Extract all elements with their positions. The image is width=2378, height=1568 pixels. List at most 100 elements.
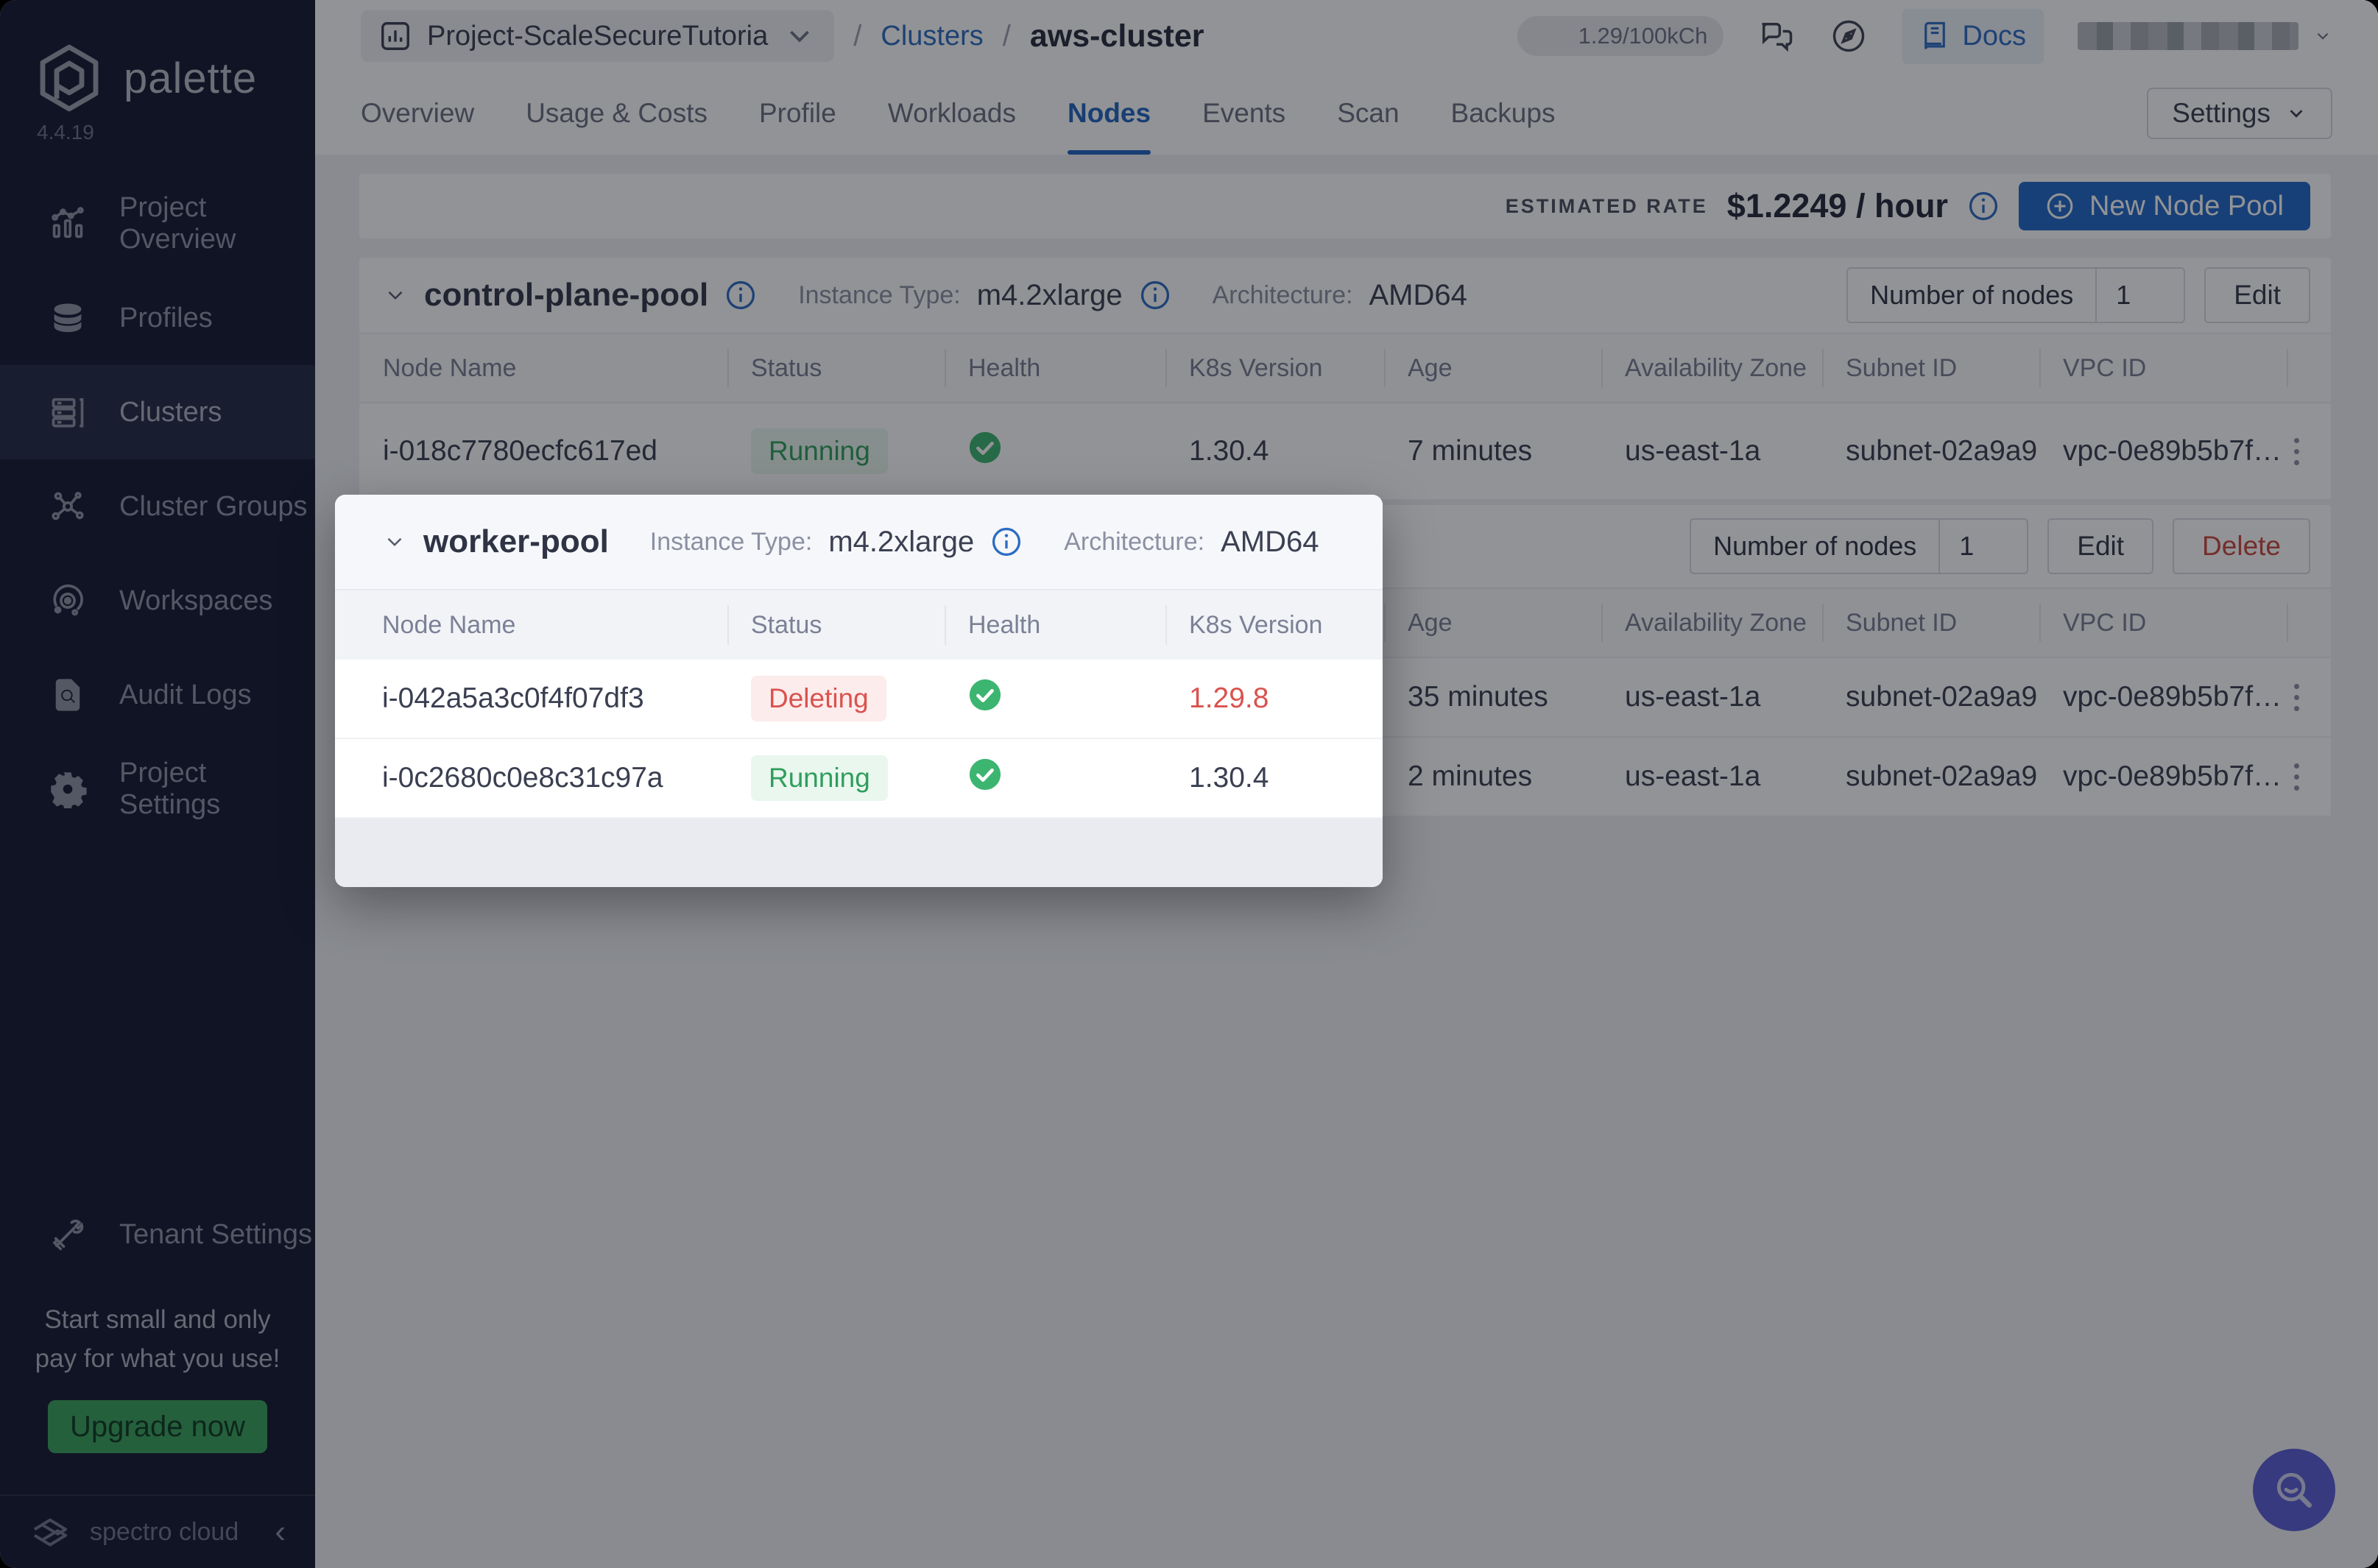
col-age: Age bbox=[1384, 589, 1601, 657]
col-health: Health bbox=[945, 590, 1165, 660]
plus-circle-icon bbox=[2045, 191, 2075, 221]
delete-pool-button[interactable]: Delete bbox=[2173, 518, 2310, 574]
instance-type-label: Instance Type: bbox=[650, 528, 813, 557]
info-icon[interactable] bbox=[724, 279, 757, 311]
worker-pool-spotlight: worker-pool Instance Type: m4.2xlarge Ar… bbox=[335, 495, 1383, 887]
vpc-id: vpc-0e89b5b7f… bbox=[2039, 435, 2287, 467]
node-name: i-018c7780ecfc617ed bbox=[359, 435, 727, 467]
breadcrumb-clusters-link[interactable]: Clusters bbox=[881, 21, 983, 52]
upgrade-promo-text: Start small and only pay for what you us… bbox=[0, 1301, 315, 1378]
estimated-rate-label: ESTIMATED RATE bbox=[1506, 195, 1708, 218]
availability-zone: us-east-1a bbox=[1601, 435, 1822, 467]
docs-button[interactable]: Docs bbox=[1902, 9, 2044, 64]
tab-scan[interactable]: Scan bbox=[1337, 72, 1399, 155]
node-age: 2 minutes bbox=[1384, 760, 1601, 793]
new-node-pool-label: New Node Pool bbox=[2089, 191, 2284, 222]
sidebar-item-label: Profiles bbox=[119, 303, 213, 334]
col-actions bbox=[2287, 334, 2331, 402]
number-of-nodes-input[interactable]: 1 bbox=[2095, 269, 2184, 322]
project-selector[interactable]: Project-ScaleSecureTutoria bbox=[361, 10, 834, 62]
top-right-actions: 1.29/100kCh Docs bbox=[1517, 9, 2332, 64]
info-icon[interactable] bbox=[1967, 190, 2000, 222]
new-node-pool-button[interactable]: New Node Pool bbox=[2019, 182, 2310, 230]
tab-overview[interactable]: Overview bbox=[361, 72, 474, 155]
tab-backups[interactable]: Backups bbox=[1451, 72, 1556, 155]
help-search-fab[interactable] bbox=[2253, 1449, 2335, 1531]
settings-label: Settings bbox=[2172, 98, 2271, 129]
control-plane-pool-section: control-plane-pool Instance Type: m4.2xl… bbox=[359, 258, 2331, 501]
breadcrumb-project: Project-ScaleSecureTutoria bbox=[427, 21, 768, 52]
sidebar-item-tenant-settings[interactable]: Tenant Settings bbox=[0, 1187, 315, 1282]
upgrade-now-button[interactable]: Upgrade now bbox=[48, 1400, 267, 1453]
col-status: Status bbox=[727, 334, 945, 402]
availability-zone: us-east-1a bbox=[1601, 681, 1822, 713]
row-menu-icon[interactable] bbox=[2287, 431, 2307, 473]
sidebar-item-audit-logs[interactable]: Audit Logs bbox=[0, 648, 315, 742]
row-menu-icon[interactable] bbox=[2287, 677, 2307, 718]
node-name: i-0c2680c0e8c31c97a bbox=[335, 762, 727, 794]
estimated-rate-bar: ESTIMATED RATE $1.2249 / hour New Node P… bbox=[359, 174, 2331, 239]
user-name-redacted bbox=[2078, 22, 2298, 50]
tools-icon bbox=[49, 1215, 87, 1254]
explore-button[interactable] bbox=[1830, 17, 1868, 55]
subnet-id: subnet-02a9a9… bbox=[1822, 681, 2039, 713]
status-badge: Running bbox=[751, 755, 888, 801]
sidebar-nav: Project Overview Profiles Clusters Clust… bbox=[0, 177, 315, 836]
edit-pool-button[interactable]: Edit bbox=[2047, 518, 2153, 574]
info-icon[interactable] bbox=[990, 526, 1023, 558]
col-k8s-version: K8s Version bbox=[1165, 590, 1383, 660]
chevron-down-icon bbox=[2313, 27, 2332, 46]
sidebar: palette 4.4.19 Project Overview Profiles… bbox=[0, 0, 315, 1568]
tab-profile[interactable]: Profile bbox=[759, 72, 836, 155]
tab-usage-costs[interactable]: Usage & Costs bbox=[526, 72, 708, 155]
collapse-sidebar-icon[interactable]: ‹ bbox=[275, 1516, 286, 1548]
sidebar-item-label: Project Overview bbox=[119, 192, 315, 255]
table-row: i-042a5a3c0f4f07df3 Deleting 1.29.8 bbox=[335, 660, 1383, 739]
info-icon[interactable] bbox=[1139, 279, 1171, 311]
availability-zone: us-east-1a bbox=[1601, 760, 1822, 793]
architecture-label: Architecture: bbox=[1064, 528, 1204, 557]
book-icon bbox=[1919, 21, 1950, 52]
number-of-nodes-control: Number of nodes 1 bbox=[1690, 518, 2028, 574]
sidebar-item-workspaces[interactable]: Workspaces bbox=[0, 554, 315, 648]
edit-pool-button[interactable]: Edit bbox=[2204, 267, 2310, 323]
table-row: i-018c7780ecfc617ed Running 1.30.4 7 min… bbox=[359, 403, 2331, 501]
compass-icon bbox=[1830, 17, 1868, 55]
credits-badge[interactable]: 1.29/100kCh bbox=[1517, 16, 1723, 56]
server-icon bbox=[49, 393, 87, 431]
sidebar-item-profiles[interactable]: Profiles bbox=[0, 271, 315, 365]
col-availability-zone: Availability Zone bbox=[1601, 334, 1822, 402]
vpc-id: vpc-0e89b5b7f… bbox=[2039, 760, 2287, 793]
sidebar-item-project-settings[interactable]: Project Settings bbox=[0, 742, 315, 836]
tab-workloads[interactable]: Workloads bbox=[888, 72, 1016, 155]
chat-icon bbox=[1757, 17, 1796, 55]
col-subnet-id: Subnet ID bbox=[1822, 589, 2039, 657]
tab-events[interactable]: Events bbox=[1202, 72, 1285, 155]
k8s-version: 1.30.4 bbox=[1165, 435, 1384, 467]
sidebar-item-project-overview[interactable]: Project Overview bbox=[0, 177, 315, 271]
app-window: palette 4.4.19 Project Overview Profiles… bbox=[0, 0, 2378, 1568]
sidebar-item-cluster-groups[interactable]: Cluster Groups bbox=[0, 459, 315, 554]
tab-nodes[interactable]: Nodes bbox=[1068, 72, 1151, 155]
collapse-pool-icon[interactable] bbox=[383, 283, 408, 308]
status-badge: Running bbox=[751, 428, 888, 474]
architecture-value: AMD64 bbox=[1221, 526, 1319, 559]
network-icon bbox=[49, 487, 87, 526]
pool-actions: Number of nodes 1 Edit Delete bbox=[1690, 518, 2310, 574]
col-health: Health bbox=[945, 334, 1165, 402]
pool-name: worker-pool bbox=[423, 523, 609, 560]
collapse-pool-icon[interactable] bbox=[382, 529, 407, 554]
chat-button[interactable] bbox=[1757, 17, 1796, 55]
number-of-nodes-input[interactable]: 1 bbox=[1938, 520, 2027, 573]
pool-header: worker-pool Instance Type: m4.2xlarge Ar… bbox=[335, 495, 1383, 589]
docs-label: Docs bbox=[1962, 21, 2026, 52]
status-badge: Deleting bbox=[751, 676, 886, 721]
architecture-label: Architecture: bbox=[1213, 281, 1353, 310]
table-row: i-0c2680c0e8c31c97a Running 1.30.4 bbox=[335, 739, 1383, 819]
k8s-version: 1.29.8 bbox=[1165, 682, 1383, 715]
pool-actions: Number of nodes 1 Edit bbox=[1846, 267, 2310, 323]
row-menu-icon[interactable] bbox=[2287, 756, 2307, 798]
user-menu[interactable] bbox=[2078, 22, 2332, 50]
sidebar-item-clusters[interactable]: Clusters bbox=[0, 365, 315, 459]
settings-button[interactable]: Settings bbox=[2147, 88, 2332, 139]
